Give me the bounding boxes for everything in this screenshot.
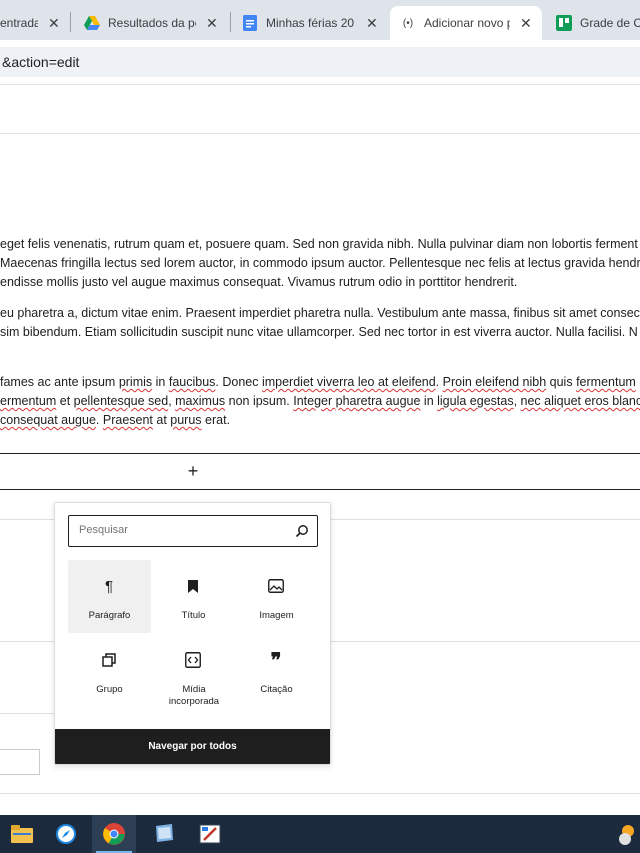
plus-icon[interactable]: +: [184, 460, 202, 482]
tab-gmail[interactable]: entrada ✕: [0, 6, 62, 40]
broadcast-icon: (•): [402, 17, 414, 29]
spelling-error: ermentum: [0, 394, 57, 408]
divider: [0, 793, 640, 794]
close-icon[interactable]: ✕: [206, 15, 218, 32]
file-explorer-icon[interactable]: [0, 815, 44, 853]
safari-icon[interactable]: [44, 815, 88, 853]
paint-icon[interactable]: [188, 815, 232, 853]
block-label: Imagem: [259, 610, 294, 621]
paragraph-block-1[interactable]: eget felis venenatis, rutrum quam et, po…: [0, 235, 640, 292]
close-icon[interactable]: ✕: [520, 15, 532, 32]
notes-icon[interactable]: [142, 815, 186, 853]
block-label: Grupo: [96, 684, 123, 695]
block-paragraph[interactable]: ¶ Parágrafo: [68, 560, 151, 633]
tab-strip: entrada ✕ Resultados da pe ✕ Minhas féri…: [0, 0, 640, 40]
paragraph-block-3[interactable]: fames ac ante ipsum primis in faucibus. …: [0, 373, 640, 430]
url-text: &action=edit: [2, 54, 80, 70]
search-box[interactable]: [68, 515, 318, 547]
tab-title: Grade de Co: [580, 16, 640, 30]
spelling-error: imperdiet viverra leo at eleifend: [261, 375, 436, 389]
divider: [0, 133, 640, 134]
group-icon: [100, 651, 118, 669]
tab-docs[interactable]: Minhas férias 20 ✕: [242, 6, 382, 40]
block-heading[interactable]: Título: [152, 560, 235, 633]
spelling-error: pellentesque sed: [73, 394, 169, 408]
paragraph-line: sim bibendum. Etiam sollicitudin suscipi…: [0, 325, 638, 339]
block-quote[interactable]: ❞ Citação: [235, 634, 318, 707]
block-label: Título: [181, 610, 206, 621]
close-icon[interactable]: ✕: [366, 15, 378, 32]
address-bar[interactable]: &action=edit: [0, 47, 640, 77]
tab-separator: [230, 12, 231, 32]
trello-icon: [556, 15, 572, 31]
paragraph-icon: ¶: [104, 577, 114, 595]
spelling-error: maximus: [175, 394, 226, 408]
quote-icon: ❞: [270, 648, 282, 672]
close-icon[interactable]: ✕: [48, 15, 60, 32]
spelling-error: fermentum: [576, 375, 636, 389]
paragraph-line: consequat augue. Praesent at purus erat.: [0, 413, 231, 427]
google-drive-icon: [84, 15, 100, 31]
block-label: Mídia incorporada: [168, 684, 220, 707]
block-inserter-popover: ¶ Parágrafo Título Imagem Grupo Mídia in…: [54, 502, 331, 765]
paragraph-line: endisse mollis justo vel augue maximus c…: [0, 275, 518, 289]
tab-title: Minhas férias 20: [266, 16, 355, 30]
divider: [0, 713, 54, 714]
search-icon[interactable]: [295, 524, 309, 538]
tab-trello[interactable]: Grade de Co: [556, 6, 640, 40]
tab-drive[interactable]: Resultados da pe ✕: [84, 6, 224, 40]
spelling-error: faucibus: [168, 375, 216, 389]
block-appender[interactable]: +: [0, 453, 640, 490]
block-label: Parágrafo: [88, 610, 131, 621]
spelling-error: Proin eleifend nibh: [442, 375, 547, 389]
spelling-error: nec aliquet eros blanc: [520, 394, 640, 408]
tab-separator: [70, 12, 71, 32]
spelling-error: primis: [118, 375, 153, 389]
spelling-error: ligula egestas: [437, 394, 514, 408]
bookmark-icon: [184, 577, 202, 595]
chrome-icon[interactable]: [92, 815, 136, 853]
browse-all-button[interactable]: Navegar por todos: [55, 729, 330, 764]
partial-input-box[interactable]: [0, 749, 40, 775]
paragraph-line: fames ac ante ipsum primis in faucibus. …: [0, 375, 636, 389]
block-label: Citação: [260, 684, 293, 695]
search-input[interactable]: [79, 524, 279, 536]
spelling-error: Integer pharetra augue: [293, 394, 421, 408]
image-icon: [267, 577, 285, 595]
paragraph-line: eget felis venenatis, rutrum quam et, po…: [0, 237, 638, 251]
block-group[interactable]: Grupo: [68, 634, 151, 707]
paragraph-line: eu pharetra a, dictum vitae enim. Praese…: [0, 306, 640, 320]
update-icon[interactable]: [610, 815, 640, 853]
block-embed[interactable]: Mídia incorporada: [152, 634, 235, 707]
paragraph-line: Maecenas fringilla lectus sed lorem auct…: [0, 256, 640, 270]
tab-title: Adicionar novo p: [424, 16, 510, 30]
spelling-error: Praesent: [102, 413, 153, 427]
google-docs-icon: [242, 15, 258, 31]
paragraph-block-2[interactable]: eu pharetra a, dictum vitae enim. Praese…: [0, 304, 640, 342]
embed-icon: [184, 651, 202, 669]
browser-toolbar: &action=edit: [0, 40, 640, 85]
tab-title: Resultados da pe: [108, 16, 196, 30]
spelling-error: consequat augue: [0, 413, 96, 427]
paragraph-line: ermentum et pellentesque sed, maximus no…: [0, 392, 640, 411]
tab-add-new-post[interactable]: (•) Adicionar novo p ✕: [390, 6, 542, 40]
taskbar: [0, 815, 640, 853]
block-image[interactable]: Imagem: [235, 560, 318, 633]
tab-title: entrada: [0, 16, 38, 30]
spelling-error: purus: [170, 413, 202, 427]
